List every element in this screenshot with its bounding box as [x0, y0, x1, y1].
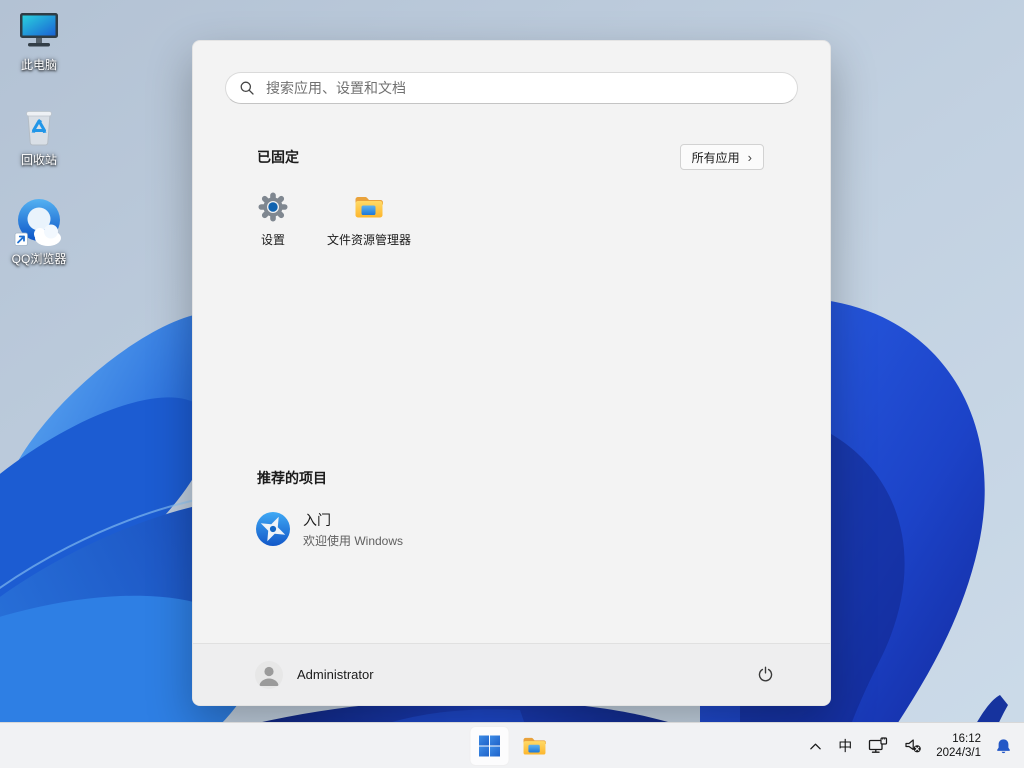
recommended-item-subtitle: 欢迎使用 Windows — [303, 533, 404, 548]
clock-date: 2024/3/1 — [936, 747, 981, 759]
settings-gear-icon — [258, 192, 288, 222]
start-search — [225, 72, 798, 104]
hidden-icons-button[interactable] — [801, 726, 830, 766]
start-menu: 已固定 所有应用 › 设置 文件资源管理器 推荐的项目 — [192, 40, 831, 706]
ime-indicator-button[interactable]: 中 — [830, 726, 860, 766]
taskbar-file-explorer-button[interactable] — [515, 726, 555, 766]
file-explorer-icon — [355, 197, 383, 218]
network-button[interactable] — [860, 726, 896, 766]
chevron-up-icon — [810, 743, 822, 749]
desktop-icon-label: QQ浏览器 — [11, 252, 67, 266]
desktop-icon-label: 此电脑 — [20, 58, 57, 72]
desktop-icon-qq-browser[interactable]: QQ浏览器 — [1, 196, 77, 266]
notifications-button[interactable] — [987, 726, 1020, 766]
desktop-icon-label: 回收站 — [20, 153, 57, 167]
recommended-item-title: 入门 — [303, 511, 331, 528]
get-started-icon — [256, 512, 290, 546]
recommended-item-get-started[interactable]: 入门 欢迎使用 Windows — [247, 503, 547, 555]
ethernet-network-icon — [869, 737, 888, 753]
search-input[interactable] — [225, 72, 798, 104]
qq-browser-icon — [14, 199, 61, 246]
pinned-app-settings[interactable]: 设置 — [225, 191, 321, 261]
all-apps-button[interactable]: 所有应用 › — [679, 144, 764, 170]
power-button[interactable] — [747, 657, 783, 693]
user-avatar-icon — [255, 660, 283, 689]
chevron-right-icon: › — [747, 149, 752, 165]
windows-logo-icon — [479, 735, 500, 757]
recycle-bin-icon — [26, 111, 52, 146]
user-account-button[interactable]: Administrator — [255, 653, 384, 697]
volume-muted-button[interactable] — [896, 726, 930, 766]
recommended-section-title: 推荐的项目 — [257, 470, 327, 486]
notification-bell-icon — [997, 738, 1010, 753]
ime-label: 中 — [838, 738, 853, 754]
pinned-section-title: 已固定 — [257, 149, 299, 165]
taskbar: 中 16:12 2024/3/1 — [0, 722, 1024, 768]
pinned-app-label: 设置 — [260, 233, 285, 247]
file-explorer-icon — [523, 737, 546, 755]
start-menu-footer: Administrator — [193, 643, 830, 705]
power-icon — [758, 666, 772, 682]
all-apps-label: 所有应用 — [691, 150, 740, 165]
speaker-muted-icon — [905, 739, 922, 753]
this-pc-icon — [20, 13, 58, 47]
clock-time: 16:12 — [952, 733, 981, 745]
taskbar-clock[interactable]: 16:12 2024/3/1 — [930, 732, 987, 760]
user-name: Administrator — [297, 667, 374, 682]
pinned-app-label: 文件资源管理器 — [326, 233, 411, 247]
pinned-app-file-explorer[interactable]: 文件资源管理器 — [321, 191, 417, 261]
start-button[interactable] — [469, 726, 510, 766]
desktop-icon-this-pc[interactable]: 此电脑 — [1, 6, 77, 72]
desktop-icon-recycle-bin[interactable]: 回收站 — [1, 101, 77, 167]
